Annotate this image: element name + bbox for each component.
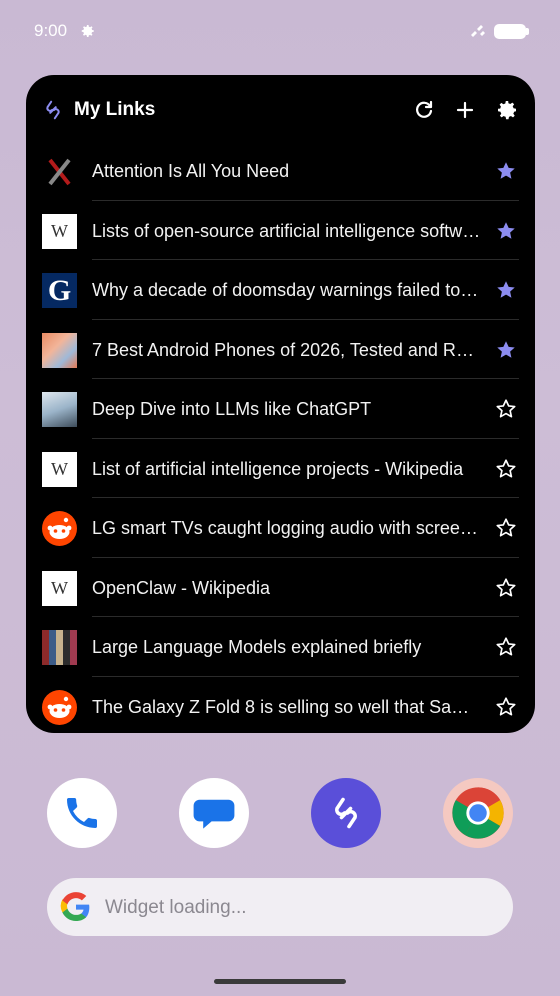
list-item[interactable]: G Why a decade of doomsday warnings fail… [26,260,535,320]
list-item[interactable]: Attention Is All You Need [26,141,535,201]
list-item[interactable]: W List of artificial intelligence projec… [26,439,535,498]
star-filled-icon[interactable] [495,279,517,301]
star-filled-icon[interactable] [495,160,517,182]
list-item[interactable]: 7 Best Android Phones of 2026, Tested an… [26,320,535,379]
messages-app-icon[interactable] [179,778,249,848]
arxiv-icon [42,154,77,189]
widget-header: My Links [26,75,535,145]
phones-thumbnail [42,332,77,368]
phone-app-icon[interactable] [47,778,117,848]
refresh-icon[interactable] [412,98,436,122]
link-list: Attention Is All You Need W Lists of ope… [26,141,535,733]
link-title: Deep Dive into LLMs like ChatGPT [92,399,372,419]
links-logo-icon [46,100,60,120]
signal-icon [471,25,485,37]
links-app-icon[interactable] [311,778,381,848]
link-title: OpenClaw - Wikipedia [92,577,271,598]
list-item[interactable]: Deep Dive into LLMs like ChatGPT [26,379,535,439]
status-bar: 9:00 [0,0,560,64]
add-icon[interactable] [453,98,477,122]
battery-icon [494,24,529,39]
link-title: Attention Is All You Need [92,161,290,181]
link-title: Large Language Models explained briefly [92,637,422,657]
chrome-app-icon[interactable] [443,778,513,848]
list-item[interactable]: W OpenClaw - Wikipedia [26,558,535,617]
list-item[interactable]: Large Language Models explained briefly [26,617,535,677]
google-search-bar[interactable]: Widget loading... [47,878,513,936]
list-item[interactable]: W Lists of open-source artificial intell… [26,201,535,260]
link-title: Lists of open-source artificial intellig… [92,220,482,241]
reddit-icon [42,689,77,725]
wikipedia-icon: W [42,570,77,606]
star-outline-icon[interactable] [495,636,517,658]
star-outline-icon[interactable] [495,398,517,420]
home-indicator[interactable] [214,979,346,984]
star-filled-icon[interactable] [495,220,517,242]
link-title: 7 Best Android Phones of 2026, Tested an… [92,339,482,360]
link-title: LG smart TVs caught logging audio with s… [92,518,482,538]
wikipedia-icon: W [42,213,77,249]
star-outline-icon[interactable] [495,517,517,539]
google-icon [60,892,90,921]
wikipedia-icon: W [42,451,77,487]
guardian-icon: G [42,273,77,308]
star-outline-icon[interactable] [495,458,517,480]
list-item[interactable]: LG smart TVs caught logging audio with s… [26,498,535,558]
widget-title: My Links [74,99,156,120]
link-title: Why a decade of doomsday warnings failed… [92,280,482,300]
settings-icon[interactable] [495,98,519,122]
reddit-icon [42,511,77,546]
mosaic-thumbnail [42,630,77,665]
list-item[interactable]: The Galaxy Z Fold 8 is selling so well t… [26,677,535,734]
status-time: 9:00 [34,21,68,40]
star-outline-icon[interactable] [495,696,517,718]
star-outline-icon[interactable] [495,577,517,599]
my-links-widget: My Links Attention Is All You Need W Lis… [26,75,535,733]
search-placeholder: Widget loading... [105,897,247,918]
settings-notification-icon [81,25,94,37]
star-filled-icon[interactable] [495,339,517,361]
link-title: List of artificial intelligence projects… [92,458,464,479]
video-thumbnail [42,392,77,427]
link-title: The Galaxy Z Fold 8 is selling so well t… [92,696,482,717]
